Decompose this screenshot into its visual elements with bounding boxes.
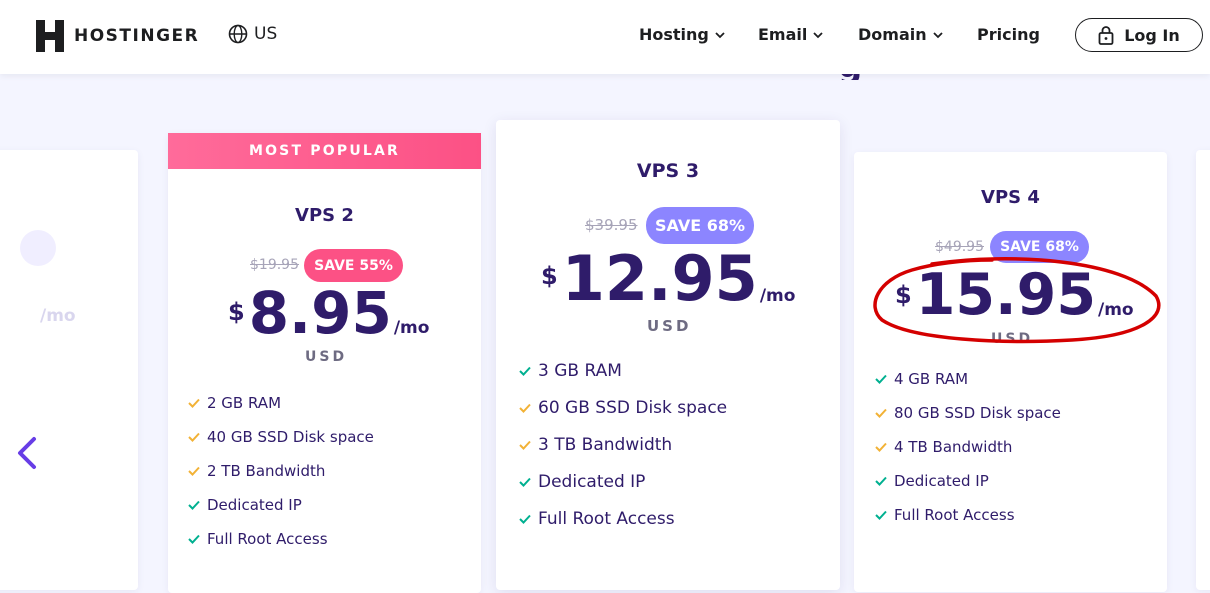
nav-email-label: Email (758, 25, 808, 44)
nav-hosting[interactable]: Hosting (639, 25, 725, 44)
chevron-down-icon (813, 31, 824, 38)
faded-per-month: /mo (40, 306, 76, 326)
chevron-left-icon[interactable] (14, 436, 40, 470)
list-item: Full Root Access (188, 522, 374, 556)
nav-hosting-label: Hosting (639, 25, 709, 44)
chevron-down-icon (715, 31, 725, 38)
old-price: $49.95 (935, 239, 984, 255)
check-icon (188, 466, 200, 476)
list-item: 2 TB Bandwidth (188, 454, 374, 488)
check-icon (875, 408, 887, 418)
nav-pricing[interactable]: Pricing (977, 25, 1040, 44)
list-item: 4 TB Bandwidth (875, 430, 1061, 464)
feature-list: 2 GB RAM 40 GB SSD Disk space 2 TB Bandw… (188, 386, 374, 556)
list-item: Full Root Access (519, 500, 727, 537)
per-month: /mo (393, 318, 430, 338)
currency-code: USD (647, 317, 692, 335)
plan-name: VPS 2 (295, 205, 354, 226)
check-icon (519, 440, 531, 450)
check-icon (519, 514, 531, 524)
plan-name: VPS 4 (981, 187, 1040, 208)
check-icon (519, 403, 531, 413)
list-item: Dedicated IP (875, 464, 1061, 498)
check-icon (519, 477, 531, 487)
list-item: 3 GB RAM (519, 352, 727, 389)
currency-symbol: $ (228, 298, 245, 326)
old-price: $39.95 (585, 216, 638, 234)
list-item: 40 GB SSD Disk space (188, 420, 374, 454)
brand-logo[interactable]: HOSTINGER (36, 20, 199, 52)
check-icon (875, 510, 887, 520)
list-item: Dedicated IP (188, 488, 374, 522)
check-icon (875, 476, 887, 486)
feature-list: 4 GB RAM 80 GB SSD Disk space 4 TB Bandw… (875, 362, 1061, 532)
list-item: 3 TB Bandwidth (519, 426, 727, 463)
nav-email[interactable]: Email (758, 25, 824, 44)
most-popular-badge: MOST POPULAR (168, 133, 481, 169)
per-month: /mo (759, 286, 796, 306)
check-icon (188, 534, 200, 544)
nav-domain[interactable]: Domain (858, 25, 943, 44)
price-display: $ 12.95 /mo (541, 248, 795, 310)
check-icon (188, 398, 200, 408)
currency-symbol: $ (541, 262, 558, 290)
list-item: 60 GB SSD Disk space (519, 389, 727, 426)
red-annotation-circle (873, 257, 1161, 344)
nav-domain-label: Domain (858, 25, 927, 44)
hostinger-logo-icon (36, 20, 64, 52)
list-item: 2 GB RAM (188, 386, 374, 420)
locale-label: US (254, 24, 278, 44)
globe-icon (228, 24, 248, 44)
currency-code: USD (305, 349, 348, 365)
lock-icon (1098, 26, 1114, 45)
feature-list: 3 GB RAM 60 GB SSD Disk space 3 TB Bandw… (519, 352, 727, 537)
plan-name: VPS 3 (636, 160, 700, 182)
list-item: 4 GB RAM (875, 362, 1061, 396)
list-item: Full Root Access (875, 498, 1061, 532)
price-display: $ 8.95 /mo (228, 284, 429, 342)
faded-badge (20, 230, 56, 266)
nav-pricing-label: Pricing (977, 25, 1040, 44)
save-badge: SAVE 55% (304, 249, 403, 282)
old-price: $19.95 (250, 257, 299, 273)
check-icon (188, 432, 200, 442)
plan-card-next (1196, 150, 1210, 590)
price-amount: 8.95 (248, 279, 392, 347)
login-label: Log In (1124, 25, 1180, 45)
list-item: Dedicated IP (519, 463, 727, 500)
save-badge: SAVE 68% (646, 207, 754, 244)
list-item: 80 GB SSD Disk space (875, 396, 1061, 430)
check-icon (875, 374, 887, 384)
brand-name: HOSTINGER (74, 26, 200, 46)
check-icon (519, 366, 531, 376)
check-icon (188, 500, 200, 510)
chevron-down-icon (932, 31, 943, 38)
locale-selector[interactable]: US (228, 24, 277, 44)
plan-card-previous: /mo (0, 150, 138, 590)
price-amount: 12.95 (561, 242, 758, 315)
login-button[interactable]: Log In (1075, 18, 1203, 52)
top-nav: HOSTINGER US Hosting Email Domain Pricin… (0, 0, 1210, 74)
check-icon (875, 442, 887, 452)
